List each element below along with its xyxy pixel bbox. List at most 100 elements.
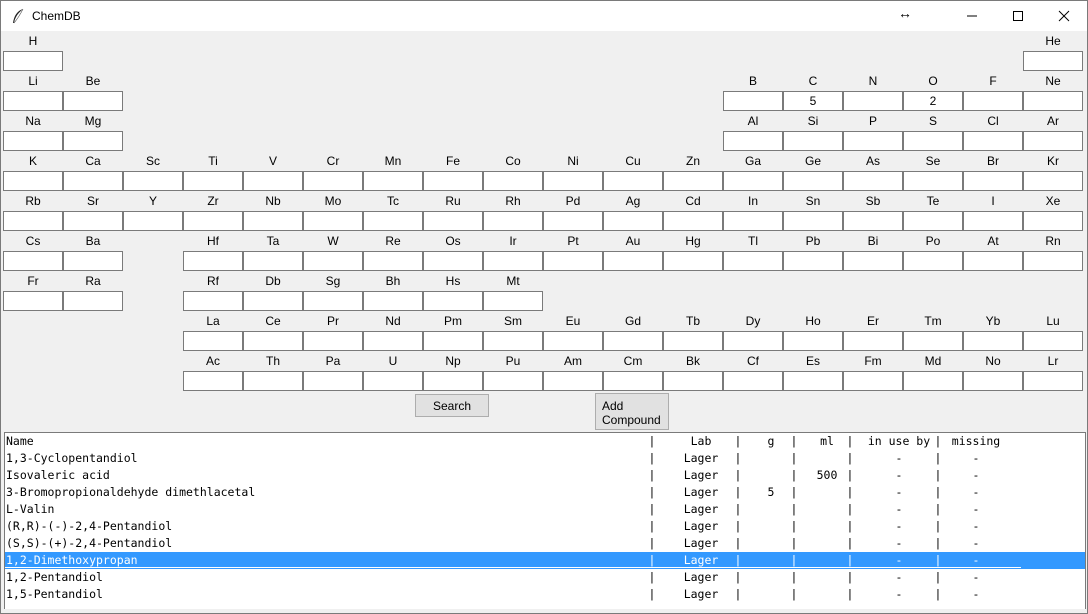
list-item[interactable]: 1,3-Cyclopentandiol Lager - - | | | | | — [5, 450, 1085, 467]
element-input-rh[interactable] — [483, 211, 543, 231]
element-input-he[interactable] — [1023, 51, 1083, 71]
element-input-fe[interactable] — [423, 171, 483, 191]
element-input-hg[interactable] — [663, 251, 723, 271]
element-input-te[interactable] — [903, 211, 963, 231]
element-input-na[interactable] — [3, 131, 63, 151]
element-input-dy[interactable] — [723, 331, 783, 351]
element-input-cd[interactable] — [663, 211, 723, 231]
element-input-zr[interactable] — [183, 211, 243, 231]
element-input-ge[interactable] — [783, 171, 843, 191]
element-input-re[interactable] — [363, 251, 423, 271]
element-input-tl[interactable] — [723, 251, 783, 271]
list-item[interactable]: (R,R)-(-)-2,4-Pentandiol Lager - - | | | | | — [5, 518, 1085, 535]
element-input-si[interactable] — [783, 131, 843, 151]
element-input-be[interactable] — [63, 91, 123, 111]
element-input-pr[interactable] — [303, 331, 363, 351]
element-input-np[interactable] — [423, 371, 483, 391]
element-input-ti[interactable] — [183, 171, 243, 191]
element-input-ir[interactable] — [483, 251, 543, 271]
element-input-sc[interactable] — [123, 171, 183, 191]
element-input-ni[interactable] — [543, 171, 603, 191]
element-input-k[interactable] — [3, 171, 63, 191]
element-input-sb[interactable] — [843, 211, 903, 231]
list-item[interactable]: (S,S)-(+)-2,4-Pentandiol Lager - - | | | | | — [5, 535, 1085, 552]
element-input-tm[interactable] — [903, 331, 963, 351]
element-input-pd[interactable] — [543, 211, 603, 231]
element-input-hs[interactable] — [423, 291, 483, 311]
element-input-n[interactable] — [843, 91, 903, 111]
element-input-gd[interactable] — [603, 331, 663, 351]
element-input-sg[interactable] — [303, 291, 363, 311]
element-input-ga[interactable] — [723, 171, 783, 191]
element-input-os[interactable] — [423, 251, 483, 271]
element-input-y[interactable] — [123, 211, 183, 231]
element-input-nd[interactable] — [363, 331, 423, 351]
element-input-po[interactable] — [903, 251, 963, 271]
element-input-pa[interactable] — [303, 371, 363, 391]
add-compound-button[interactable]: Add Compound — [595, 393, 669, 430]
element-input-s[interactable] — [903, 131, 963, 151]
element-input-sm[interactable] — [483, 331, 543, 351]
element-input-fm[interactable] — [843, 371, 903, 391]
list-item[interactable]: 1,2-Pentandiol Lager - - | | | | | — [5, 569, 1085, 586]
element-input-at[interactable] — [963, 251, 1023, 271]
close-button[interactable] — [1041, 1, 1087, 31]
element-input-zn[interactable] — [663, 171, 723, 191]
element-input-yb[interactable] — [963, 331, 1023, 351]
element-input-w[interactable] — [303, 251, 363, 271]
element-input-cf[interactable] — [723, 371, 783, 391]
element-input-sn[interactable] — [783, 211, 843, 231]
element-input-ba[interactable] — [63, 251, 123, 271]
element-input-co[interactable] — [483, 171, 543, 191]
element-input-li[interactable] — [3, 91, 63, 111]
element-input-md[interactable] — [903, 371, 963, 391]
list-item[interactable]: L-Valin Lager - - | | | | | — [5, 501, 1085, 518]
element-input-in[interactable] — [723, 211, 783, 231]
element-input-h[interactable] — [3, 51, 63, 71]
element-input-nb[interactable] — [243, 211, 303, 231]
compound-listbox[interactable]: Name Lab g ml in use by missing | | | | | 1,3-Cyclo… — [4, 432, 1086, 613]
element-input-xe[interactable] — [1023, 211, 1083, 231]
element-input-am[interactable] — [543, 371, 603, 391]
list-item[interactable]: 1,2-Dimethoxypropan Lager - - | | | | | — [5, 552, 1085, 569]
maximize-button[interactable] — [995, 1, 1041, 31]
element-input-ag[interactable] — [603, 211, 663, 231]
element-input-mo[interactable] — [303, 211, 363, 231]
element-input-rb[interactable] — [3, 211, 63, 231]
element-input-mt[interactable] — [483, 291, 543, 311]
element-input-bi[interactable] — [843, 251, 903, 271]
list-item[interactable]: 3-Bromopropionaldehyde dimethlacetal Lage… — [5, 484, 1085, 501]
element-input-eu[interactable] — [543, 331, 603, 351]
element-input-fr[interactable] — [3, 291, 63, 311]
element-input-f[interactable] — [963, 91, 1023, 111]
element-input-p[interactable] — [843, 131, 903, 151]
element-input-lu[interactable] — [1023, 331, 1083, 351]
list-item[interactable]: Isovaleric acid Lager 500 - - | | | | | — [5, 467, 1085, 484]
element-input-hf[interactable] — [183, 251, 243, 271]
element-input-au[interactable] — [603, 251, 663, 271]
element-input-tb[interactable] — [663, 331, 723, 351]
title-bar[interactable]: ChemDB ↔ — [1, 1, 1087, 31]
element-input-ac[interactable] — [183, 371, 243, 391]
element-input-ne[interactable] — [1023, 91, 1083, 111]
element-input-v[interactable] — [243, 171, 303, 191]
element-input-i[interactable] — [963, 211, 1023, 231]
element-input-c[interactable] — [783, 91, 843, 111]
list-item[interactable]: 1,5-Pentandiol Lager - - | | | | | — [5, 586, 1085, 603]
element-input-ra[interactable] — [63, 291, 123, 311]
element-input-rf[interactable] — [183, 291, 243, 311]
element-input-se[interactable] — [903, 171, 963, 191]
element-input-ar[interactable] — [1023, 131, 1083, 151]
element-input-ho[interactable] — [783, 331, 843, 351]
element-input-o[interactable] — [903, 91, 963, 111]
search-button[interactable]: Search — [415, 394, 489, 417]
element-input-cl[interactable] — [963, 131, 1023, 151]
element-input-pt[interactable] — [543, 251, 603, 271]
element-input-br[interactable] — [963, 171, 1023, 191]
element-input-u[interactable] — [363, 371, 423, 391]
minimize-button[interactable] — [949, 1, 995, 31]
element-input-b[interactable] — [723, 91, 783, 111]
element-input-pu[interactable] — [483, 371, 543, 391]
element-input-bh[interactable] — [363, 291, 423, 311]
element-input-bk[interactable] — [663, 371, 723, 391]
